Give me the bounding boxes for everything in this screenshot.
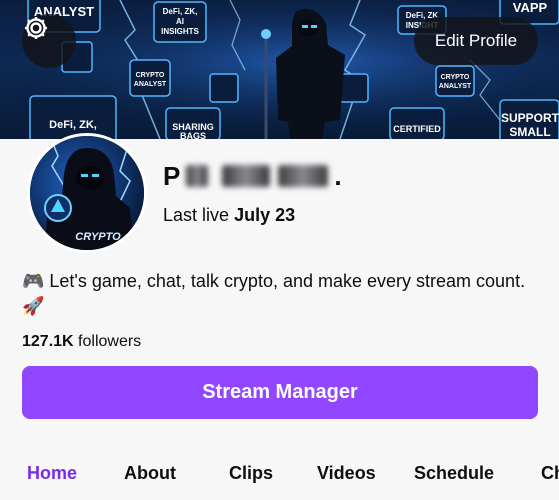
last-live-status: Last live July 23 [163,205,295,226]
tab-chat[interactable]: Ch [541,463,559,484]
last-live-prefix: Last live [163,205,230,225]
channel-name-suffix: . [334,160,342,191]
redaction-block [222,165,271,187]
tab-schedule[interactable]: Schedule [414,463,494,484]
redaction-block [186,165,209,187]
channel-bio: 🎮 Let's game, chat, talk crypto, and mak… [22,271,526,316]
avatar-image: CRYPTO [30,136,144,250]
svg-text:ANALYST: ANALYST [134,81,167,88]
svg-text:CRYPTO: CRYPTO [136,72,165,79]
followers-number: 127.1K [22,333,74,350]
redaction-block [278,165,329,187]
svg-text:CERTIFIED: CERTIFIED [393,124,441,134]
edit-profile-button[interactable]: Edit Profile [414,17,538,65]
tab-videos[interactable]: Videos [317,463,376,484]
svg-text:DeFi, ZK,: DeFi, ZK, [49,119,97,131]
svg-text:SUPPORT: SUPPORT [501,111,559,125]
channel-banner: ANALYST DeFi, ZK, AI INSIGHTS DeFi, ZK I… [0,0,559,139]
svg-text:ANALYST: ANALYST [439,83,472,90]
channel-name: P . [163,160,342,192]
svg-text:DeFi, ZK,: DeFi, ZK, [163,7,198,16]
svg-text:AI: AI [176,17,184,26]
channel-name-initial: P [163,160,181,191]
avatar[interactable]: CRYPTO [27,133,147,253]
tab-clips[interactable]: Clips [229,463,273,484]
svg-text:SMALL: SMALL [509,125,550,139]
last-live-date: July 23 [234,205,296,225]
settings-button[interactable] [22,14,76,68]
svg-text:VAPP: VAPP [513,0,548,15]
tab-about[interactable]: About [124,463,176,484]
svg-text:CRYPTO: CRYPTO [441,74,470,81]
avatar-text: CRYPTO [75,231,121,243]
stream-manager-button[interactable]: Stream Manager [22,366,538,419]
tab-home[interactable]: Home [27,463,77,484]
follower-count[interactable]: 127.1K followers [22,333,141,351]
channel-tabs: Home About Clips Videos Schedule Ch [0,455,559,500]
svg-text:INSIGHTS: INSIGHTS [161,27,199,36]
followers-label: followers [78,333,142,350]
gear-icon [25,17,47,39]
svg-text:BAGS: BAGS [180,131,206,139]
